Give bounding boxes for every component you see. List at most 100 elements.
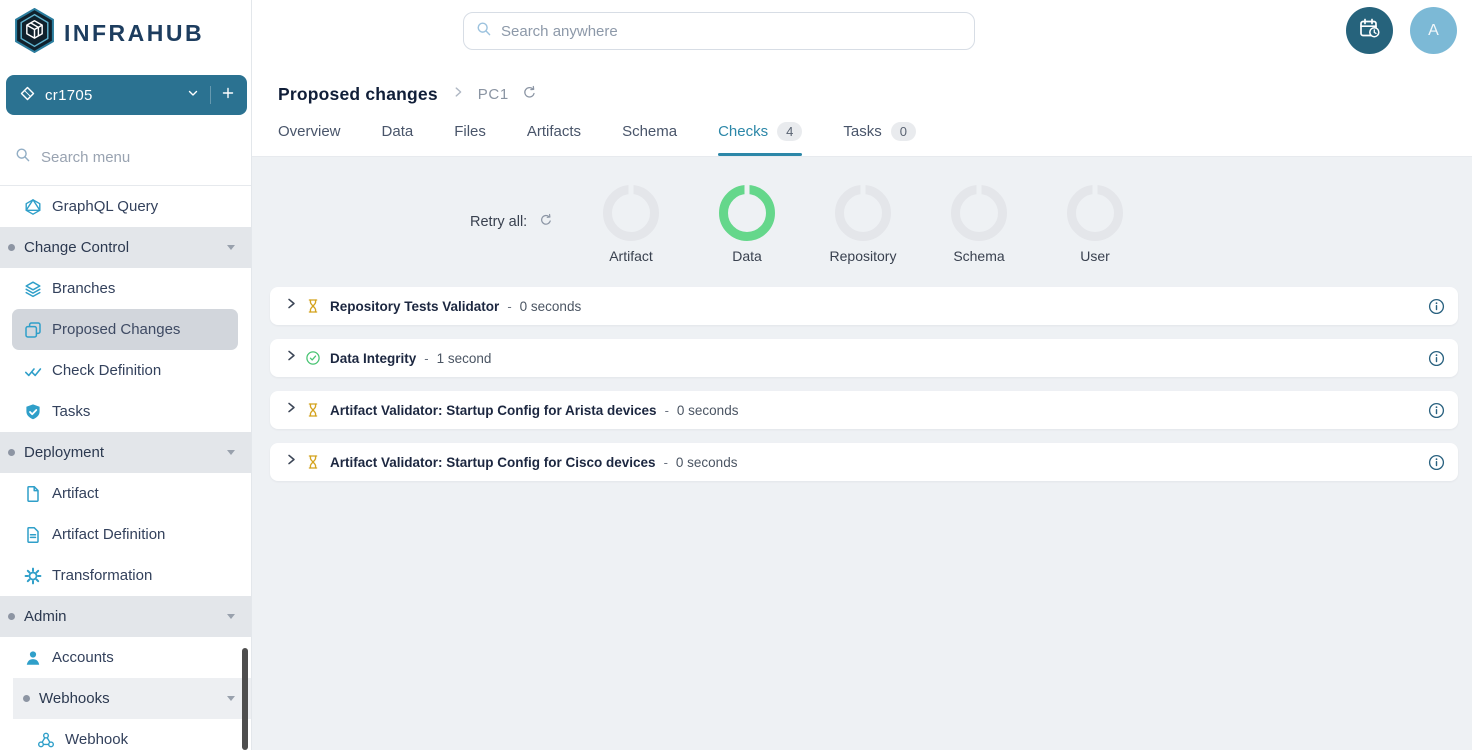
sidebar-group-change-control[interactable]: Change Control	[0, 227, 251, 268]
sidebar-scrollbar[interactable]	[242, 648, 248, 750]
sidebar-item-webhook[interactable]: Webhook	[0, 719, 251, 750]
artifact-definition-icon	[24, 526, 42, 544]
chevron-down-icon[interactable]	[227, 245, 235, 250]
validator-row-data-integrity[interactable]: Data Integrity - 1 second	[270, 339, 1458, 377]
tab-overview[interactable]: Overview	[278, 122, 341, 156]
breadcrumb-item[interactable]: PC1	[478, 86, 509, 103]
bullet-icon	[8, 449, 15, 456]
sidebar-item-accounts[interactable]: Accounts	[0, 637, 251, 678]
tab-schema[interactable]: Schema	[622, 122, 677, 156]
chevron-down-icon[interactable]	[227, 450, 235, 455]
brand-wordmark: INFRAHUB	[64, 20, 204, 47]
webhook-icon	[37, 731, 55, 749]
sidebar-search-input[interactable]	[41, 149, 221, 166]
check-circle-icon	[305, 350, 321, 366]
sidebar-item-artifact[interactable]: Artifact	[0, 473, 251, 514]
tab-data[interactable]: Data	[382, 122, 414, 156]
chevron-down-icon[interactable]	[227, 614, 235, 619]
validator-list: Repository Tests Validator - 0 seconds D…	[270, 287, 1458, 495]
tab-tasks[interactable]: Tasks 0	[843, 122, 916, 156]
sidebar: INFRAHUB cr1705 GraphQL	[0, 0, 252, 750]
sidebar-group-deployment[interactable]: Deployment	[0, 432, 251, 473]
check-definition-icon	[24, 362, 42, 380]
add-branch-icon[interactable]	[221, 86, 235, 104]
chevron-right-icon[interactable]	[285, 401, 298, 419]
validator-row-repository-tests[interactable]: Repository Tests Validator - 0 seconds	[270, 287, 1458, 325]
sidebar-item-artifact-definition[interactable]: Artifact Definition	[0, 514, 251, 555]
tab-files[interactable]: Files	[454, 122, 486, 156]
search-icon	[476, 21, 492, 42]
sidebar-item-check-definition[interactable]: Check Definition	[0, 350, 251, 391]
bullet-icon	[8, 244, 15, 251]
global-search-input[interactable]	[501, 23, 962, 40]
sidebar-item-graphql-query[interactable]: GraphQL Query	[0, 186, 251, 227]
tasks-count-badge: 0	[891, 122, 916, 141]
bullet-icon	[23, 695, 30, 702]
refresh-icon	[539, 213, 553, 230]
sidebar-search[interactable]	[0, 140, 252, 174]
tasks-icon	[24, 403, 42, 421]
schedule-button[interactable]	[1346, 7, 1393, 54]
sidebar-item-label: Branches	[52, 280, 115, 297]
validator-name: Data Integrity	[330, 351, 416, 366]
ring-data[interactable]: Data	[689, 185, 805, 264]
sidebar-item-label: Transformation	[52, 567, 152, 584]
sidebar-group-admin[interactable]: Admin	[0, 596, 251, 637]
checks-panel: Retry all: Artifact Data Repository	[252, 157, 1472, 750]
info-icon[interactable]	[1428, 454, 1445, 471]
search-icon	[15, 147, 31, 168]
chevron-right-icon	[451, 85, 465, 104]
validator-row-artifact-arista[interactable]: Artifact Validator: Startup Config for A…	[270, 391, 1458, 429]
chevron-down-icon[interactable]	[186, 86, 200, 104]
user-avatar[interactable]: A	[1410, 7, 1457, 54]
divider	[210, 86, 211, 104]
progress-ring-icon	[603, 185, 659, 241]
sidebar-item-label: Artifact	[52, 485, 99, 502]
sidebar-group-label: Admin	[24, 608, 67, 625]
progress-ring-success-icon	[719, 185, 775, 241]
sidebar-item-label: GraphQL Query	[52, 198, 158, 215]
ring-repository[interactable]: Repository	[805, 185, 921, 264]
validator-row-artifact-cisco[interactable]: Artifact Validator: Startup Config for C…	[270, 443, 1458, 481]
ring-user[interactable]: User	[1037, 185, 1153, 264]
refresh-icon[interactable]	[522, 85, 537, 105]
tab-artifacts[interactable]: Artifacts	[527, 122, 581, 156]
hourglass-icon	[305, 402, 321, 418]
info-icon[interactable]	[1428, 402, 1445, 419]
progress-ring-icon	[951, 185, 1007, 241]
ring-schema[interactable]: Schema	[921, 185, 1037, 264]
graphql-icon	[24, 198, 42, 216]
validator-duration: 1 second	[437, 351, 492, 366]
brand-logo[interactable]: INFRAHUB	[0, 0, 251, 58]
sidebar-item-label: Check Definition	[52, 362, 161, 379]
bullet-icon	[8, 613, 15, 620]
ring-artifact[interactable]: Artifact	[573, 185, 689, 264]
sidebar-item-tasks[interactable]: Tasks	[0, 391, 251, 432]
retry-all-button[interactable]	[539, 213, 553, 230]
checks-count-badge: 4	[777, 122, 802, 141]
chevron-down-icon[interactable]	[227, 696, 235, 701]
sidebar-group-label: Webhooks	[39, 690, 110, 707]
global-search[interactable]	[463, 12, 975, 50]
sidebar-item-transformation[interactable]: Transformation	[0, 555, 251, 596]
branch-selector-button[interactable]: cr1705	[6, 75, 247, 115]
breadcrumb: Proposed changes PC1	[252, 62, 1472, 105]
info-icon[interactable]	[1428, 298, 1445, 315]
branch-name: cr1705	[45, 87, 93, 104]
chevron-right-icon[interactable]	[285, 453, 298, 471]
chevron-right-icon[interactable]	[285, 349, 298, 367]
chevron-right-icon[interactable]	[285, 297, 298, 315]
tab-checks[interactable]: Checks 4	[718, 122, 802, 156]
validator-name: Repository Tests Validator	[330, 299, 499, 314]
info-icon[interactable]	[1428, 350, 1445, 367]
progress-ring-icon	[835, 185, 891, 241]
sidebar-item-proposed-changes[interactable]: Proposed Changes	[12, 309, 238, 350]
sidebar-subgroup-webhooks[interactable]: Webhooks	[13, 678, 251, 719]
app-root: INFRAHUB cr1705 GraphQL	[0, 0, 1472, 750]
calendar-clock-icon	[1358, 17, 1382, 44]
sidebar-item-label: Proposed Changes	[52, 321, 180, 338]
proposed-changes-icon	[24, 321, 42, 339]
sidebar-item-label: Tasks	[52, 403, 90, 420]
branches-icon	[24, 280, 42, 298]
sidebar-item-branches[interactable]: Branches	[0, 268, 251, 309]
